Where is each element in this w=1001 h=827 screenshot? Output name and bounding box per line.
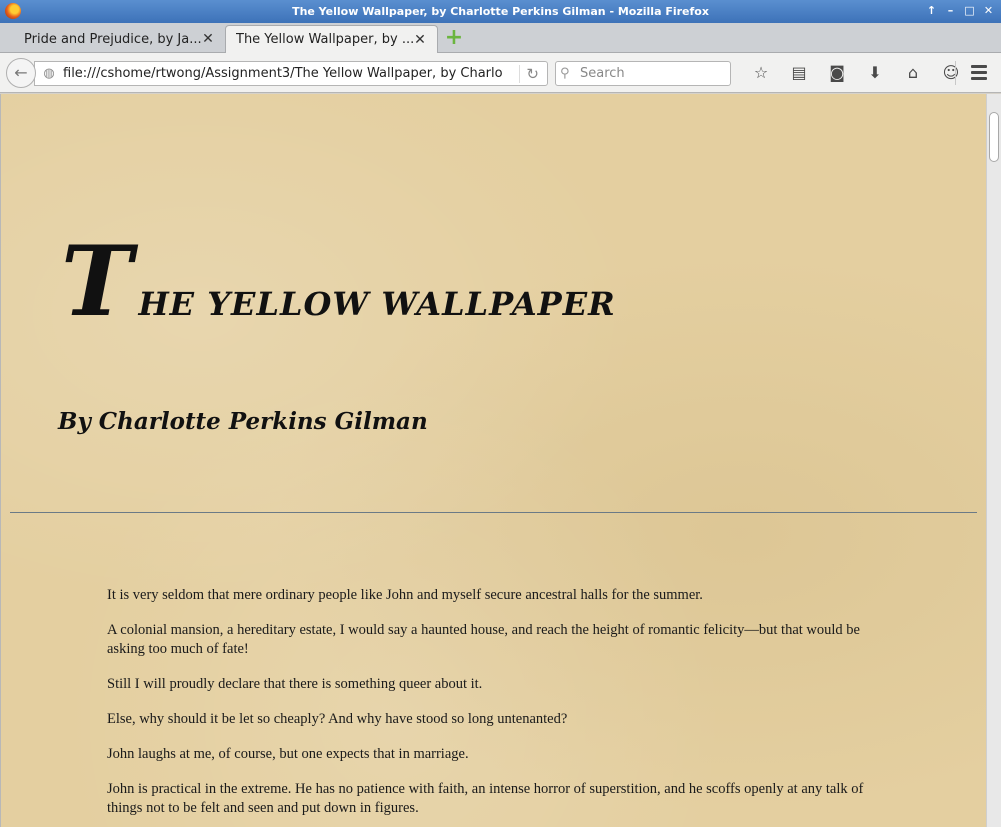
url-text[interactable]: file:///cshome/rtwong/Assignment3/The Ye… [63, 66, 503, 81]
toolbar-icons: ☆ ▤ ◙ ⬇ ⌂ ☺ [742, 62, 970, 84]
tab-label: The Yellow Wallpaper, by ... [236, 32, 413, 47]
tab-close-icon[interactable]: ✕ [413, 32, 427, 48]
reading-list-icon[interactable]: ▤ [780, 62, 818, 84]
search-icon: ⚲ [560, 66, 570, 81]
title-text: HE YELLOW WALLPAPER [138, 285, 616, 323]
firefox-logo-icon [5, 3, 21, 19]
title-drop-cap: T [61, 225, 133, 338]
author-byline: By Charlotte Perkins Gilman [58, 408, 428, 435]
reload-icon[interactable]: ↻ [519, 65, 539, 83]
scrollbar-thumb[interactable] [989, 112, 999, 162]
search-bar[interactable]: ⚲ [555, 61, 731, 86]
window-minimize-button[interactable]: – [944, 4, 957, 18]
search-input[interactable] [580, 66, 720, 81]
window-maximize-button[interactable]: □ [963, 4, 976, 18]
new-tab-plus-icon[interactable]: + [443, 27, 465, 50]
window-raise-button[interactable]: ↑ [925, 4, 938, 18]
tab-label: Pride and Prejudice, by Ja... [24, 31, 201, 47]
paragraph: It is very seldom that mere ordinary peo… [107, 587, 703, 603]
page-content: T HE YELLOW WALLPAPER By Charlotte Perki… [0, 94, 986, 827]
paragraph: John laughs at me, of course, but one ex… [107, 746, 469, 762]
paragraph: A colonial mansion, a hereditary estate,… [107, 622, 860, 657]
bookmark-star-icon[interactable]: ☆ [742, 62, 780, 84]
hello-chat-icon[interactable]: ☺ [932, 62, 970, 84]
window-controls: ↑ – □ ✕ [925, 4, 995, 18]
hamburger-menu-icon[interactable] [966, 62, 992, 84]
toolbar-separator [955, 61, 956, 85]
paragraph: John is practical in the extreme. He has… [107, 781, 864, 816]
back-button[interactable]: ← [6, 58, 36, 88]
navigation-toolbar: ◍ file:///cshome/rtwong/Assignment3/The … [0, 53, 1001, 93]
paragraph: Still I will proudly declare that there … [107, 676, 483, 692]
site-identity-icon[interactable]: ◍ [35, 66, 63, 81]
window-title: The Yellow Wallpaper, by Charlotte Perki… [292, 5, 709, 18]
tab-yellow-wallpaper[interactable]: The Yellow Wallpaper, by ... ✕ [225, 25, 438, 53]
page-title: T HE YELLOW WALLPAPER [61, 234, 616, 330]
paragraph: Else, why should it be let so cheaply? A… [107, 711, 568, 727]
window-close-button[interactable]: ✕ [982, 4, 995, 18]
tab-pride-and-prejudice[interactable]: Pride and Prejudice, by Ja... ✕ [0, 25, 225, 53]
tab-close-icon[interactable]: ✕ [201, 31, 215, 47]
download-icon[interactable]: ⬇ [856, 62, 894, 84]
window-titlebar[interactable]: The Yellow Wallpaper, by Charlotte Perki… [0, 0, 1001, 23]
url-bar[interactable]: ◍ file:///cshome/rtwong/Assignment3/The … [34, 61, 548, 86]
pocket-icon[interactable]: ◙ [818, 62, 856, 84]
tab-strip: Pride and Prejudice, by Ja... ✕ The Yell… [0, 23, 1001, 53]
story-text: It is very seldom that mere ordinary peo… [107, 586, 887, 827]
horizontal-rule [10, 512, 977, 513]
home-icon[interactable]: ⌂ [894, 62, 932, 84]
vertical-scrollbar[interactable] [986, 94, 1001, 827]
